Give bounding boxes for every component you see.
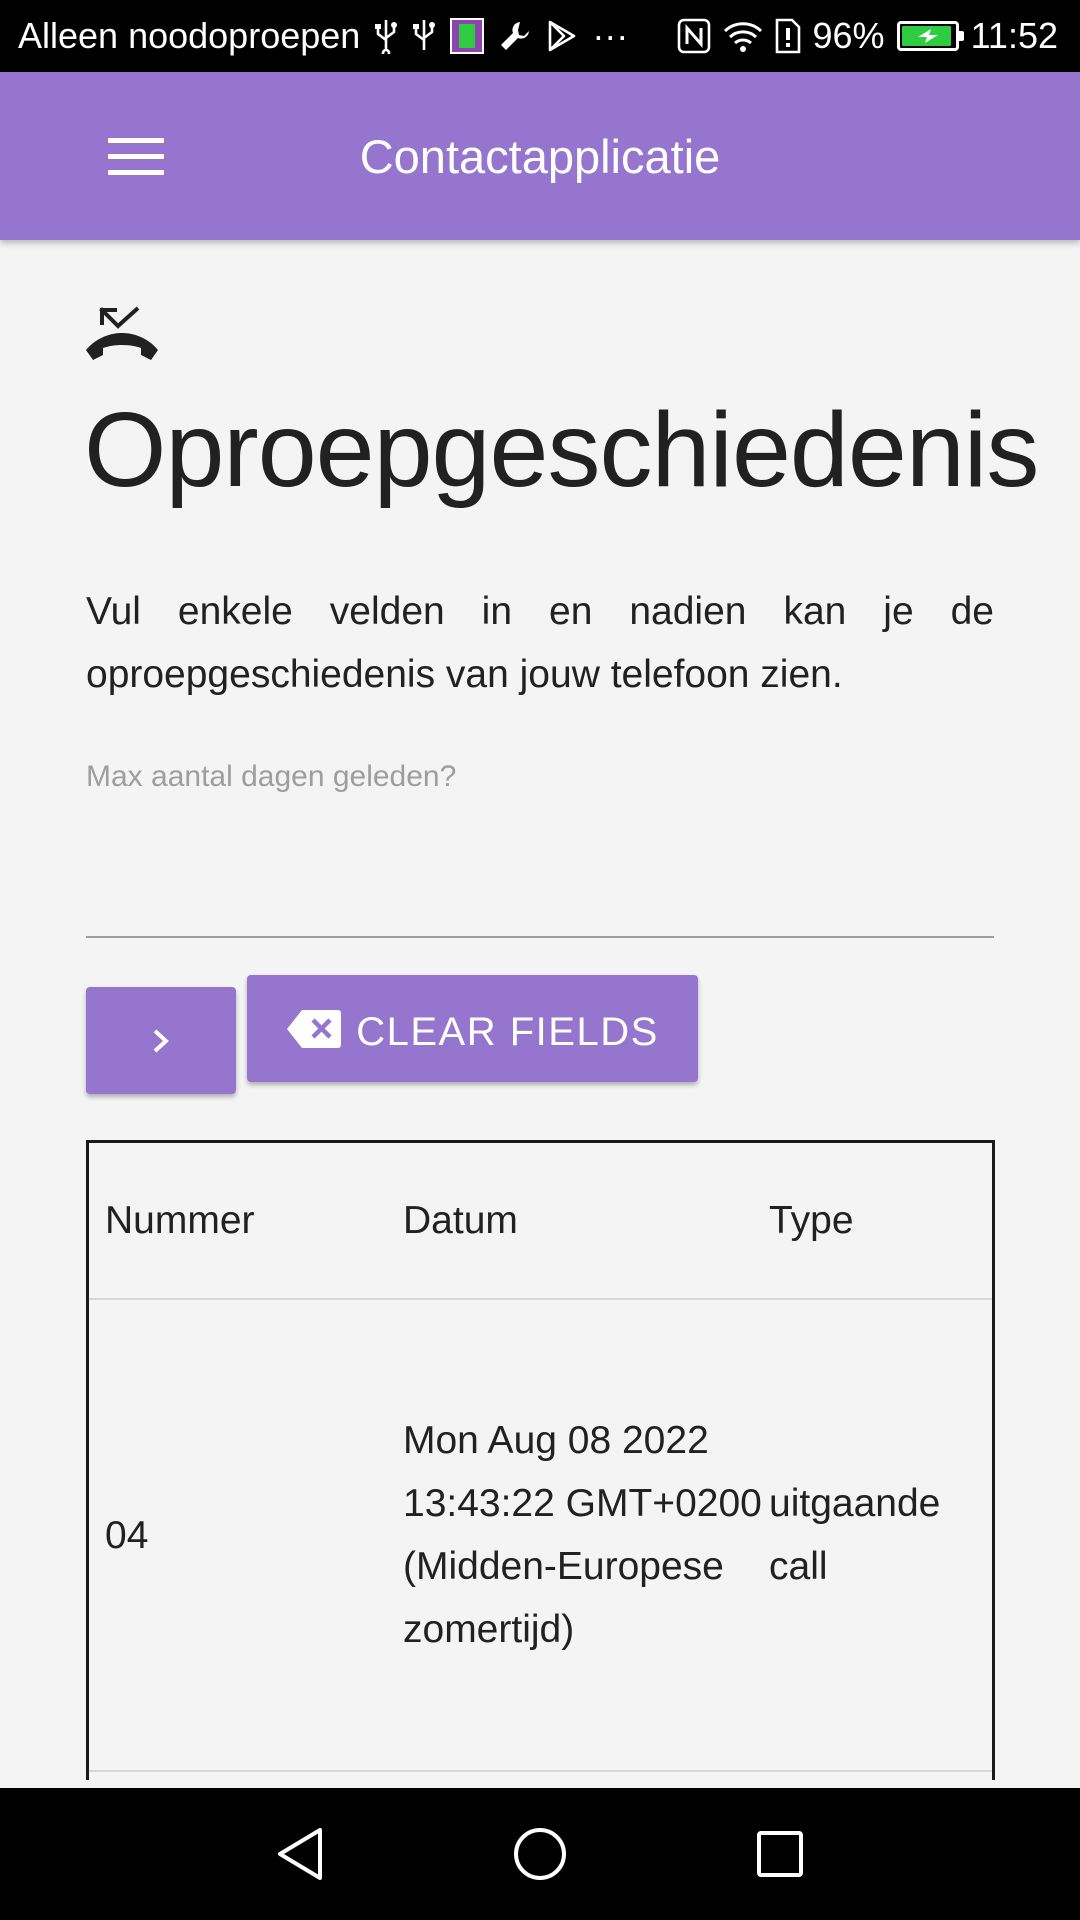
intro-text: Vul enkele velden in en nadien kan je de… bbox=[86, 590, 994, 696]
back-triangle-icon[interactable] bbox=[260, 1814, 340, 1894]
recents-square-icon[interactable] bbox=[740, 1814, 820, 1894]
backspace-icon bbox=[287, 1009, 342, 1048]
play-store-icon bbox=[546, 16, 578, 56]
app-title: Contactapplicatie bbox=[359, 129, 721, 183]
home-circle-icon[interactable] bbox=[500, 1814, 580, 1894]
days-field-label: Max aantal dagen geleden? bbox=[86, 760, 457, 793]
navigation-bar bbox=[0, 1788, 1080, 1920]
clear-fields-button[interactable]: CLEAR FIELDS bbox=[247, 975, 698, 1082]
header-datum: Datum bbox=[403, 1143, 769, 1300]
call-history-table: Nummer Datum Type 04 Mon Aug 08 2022 13:… bbox=[86, 1140, 995, 1780]
header-nummer: Nummer bbox=[89, 1143, 403, 1300]
wifi-icon bbox=[723, 16, 763, 56]
battery-percent: 96% bbox=[812, 15, 885, 56]
app-bar: Contactapplicatie bbox=[0, 72, 1080, 240]
cell-datum: Mon Aug 08 2022 13:43:22 GMT+0200 (Midde… bbox=[403, 1299, 769, 1772]
nfc-icon bbox=[677, 16, 711, 56]
cell-type: uitgaande call bbox=[769, 1299, 992, 1772]
clear-fields-label: CLEAR FIELDS bbox=[356, 1010, 659, 1054]
more-notifications: ··· bbox=[592, 15, 629, 56]
page-title: Oproepgeschiedenis bbox=[84, 391, 1039, 509]
wrench-icon bbox=[498, 16, 532, 56]
sim-alert-icon bbox=[775, 16, 801, 56]
battery-charging-icon bbox=[896, 21, 964, 51]
submit-button[interactable] bbox=[86, 987, 236, 1094]
call-missed-outgoing-icon bbox=[84, 304, 160, 366]
header-type: Type bbox=[769, 1143, 992, 1300]
status-bar: Alleen noodoproepen ··· 96% 11:52 bbox=[0, 0, 1080, 72]
app-notification-icon bbox=[450, 16, 485, 56]
usb-icon bbox=[412, 16, 436, 56]
cell-nummer: 04 bbox=[89, 1299, 403, 1772]
clock: 11:52 bbox=[970, 15, 1058, 56]
table-row: 04 Mon Aug 08 2022 13:43:22 GMT+0200 (Mi… bbox=[89, 1299, 992, 1772]
chevron-right-icon bbox=[153, 1029, 169, 1052]
usb-icon bbox=[374, 16, 398, 56]
days-input[interactable] bbox=[86, 830, 994, 938]
table-header-row: Nummer Datum Type bbox=[89, 1143, 992, 1300]
carrier-text: Alleen noodoproepen bbox=[18, 15, 361, 56]
